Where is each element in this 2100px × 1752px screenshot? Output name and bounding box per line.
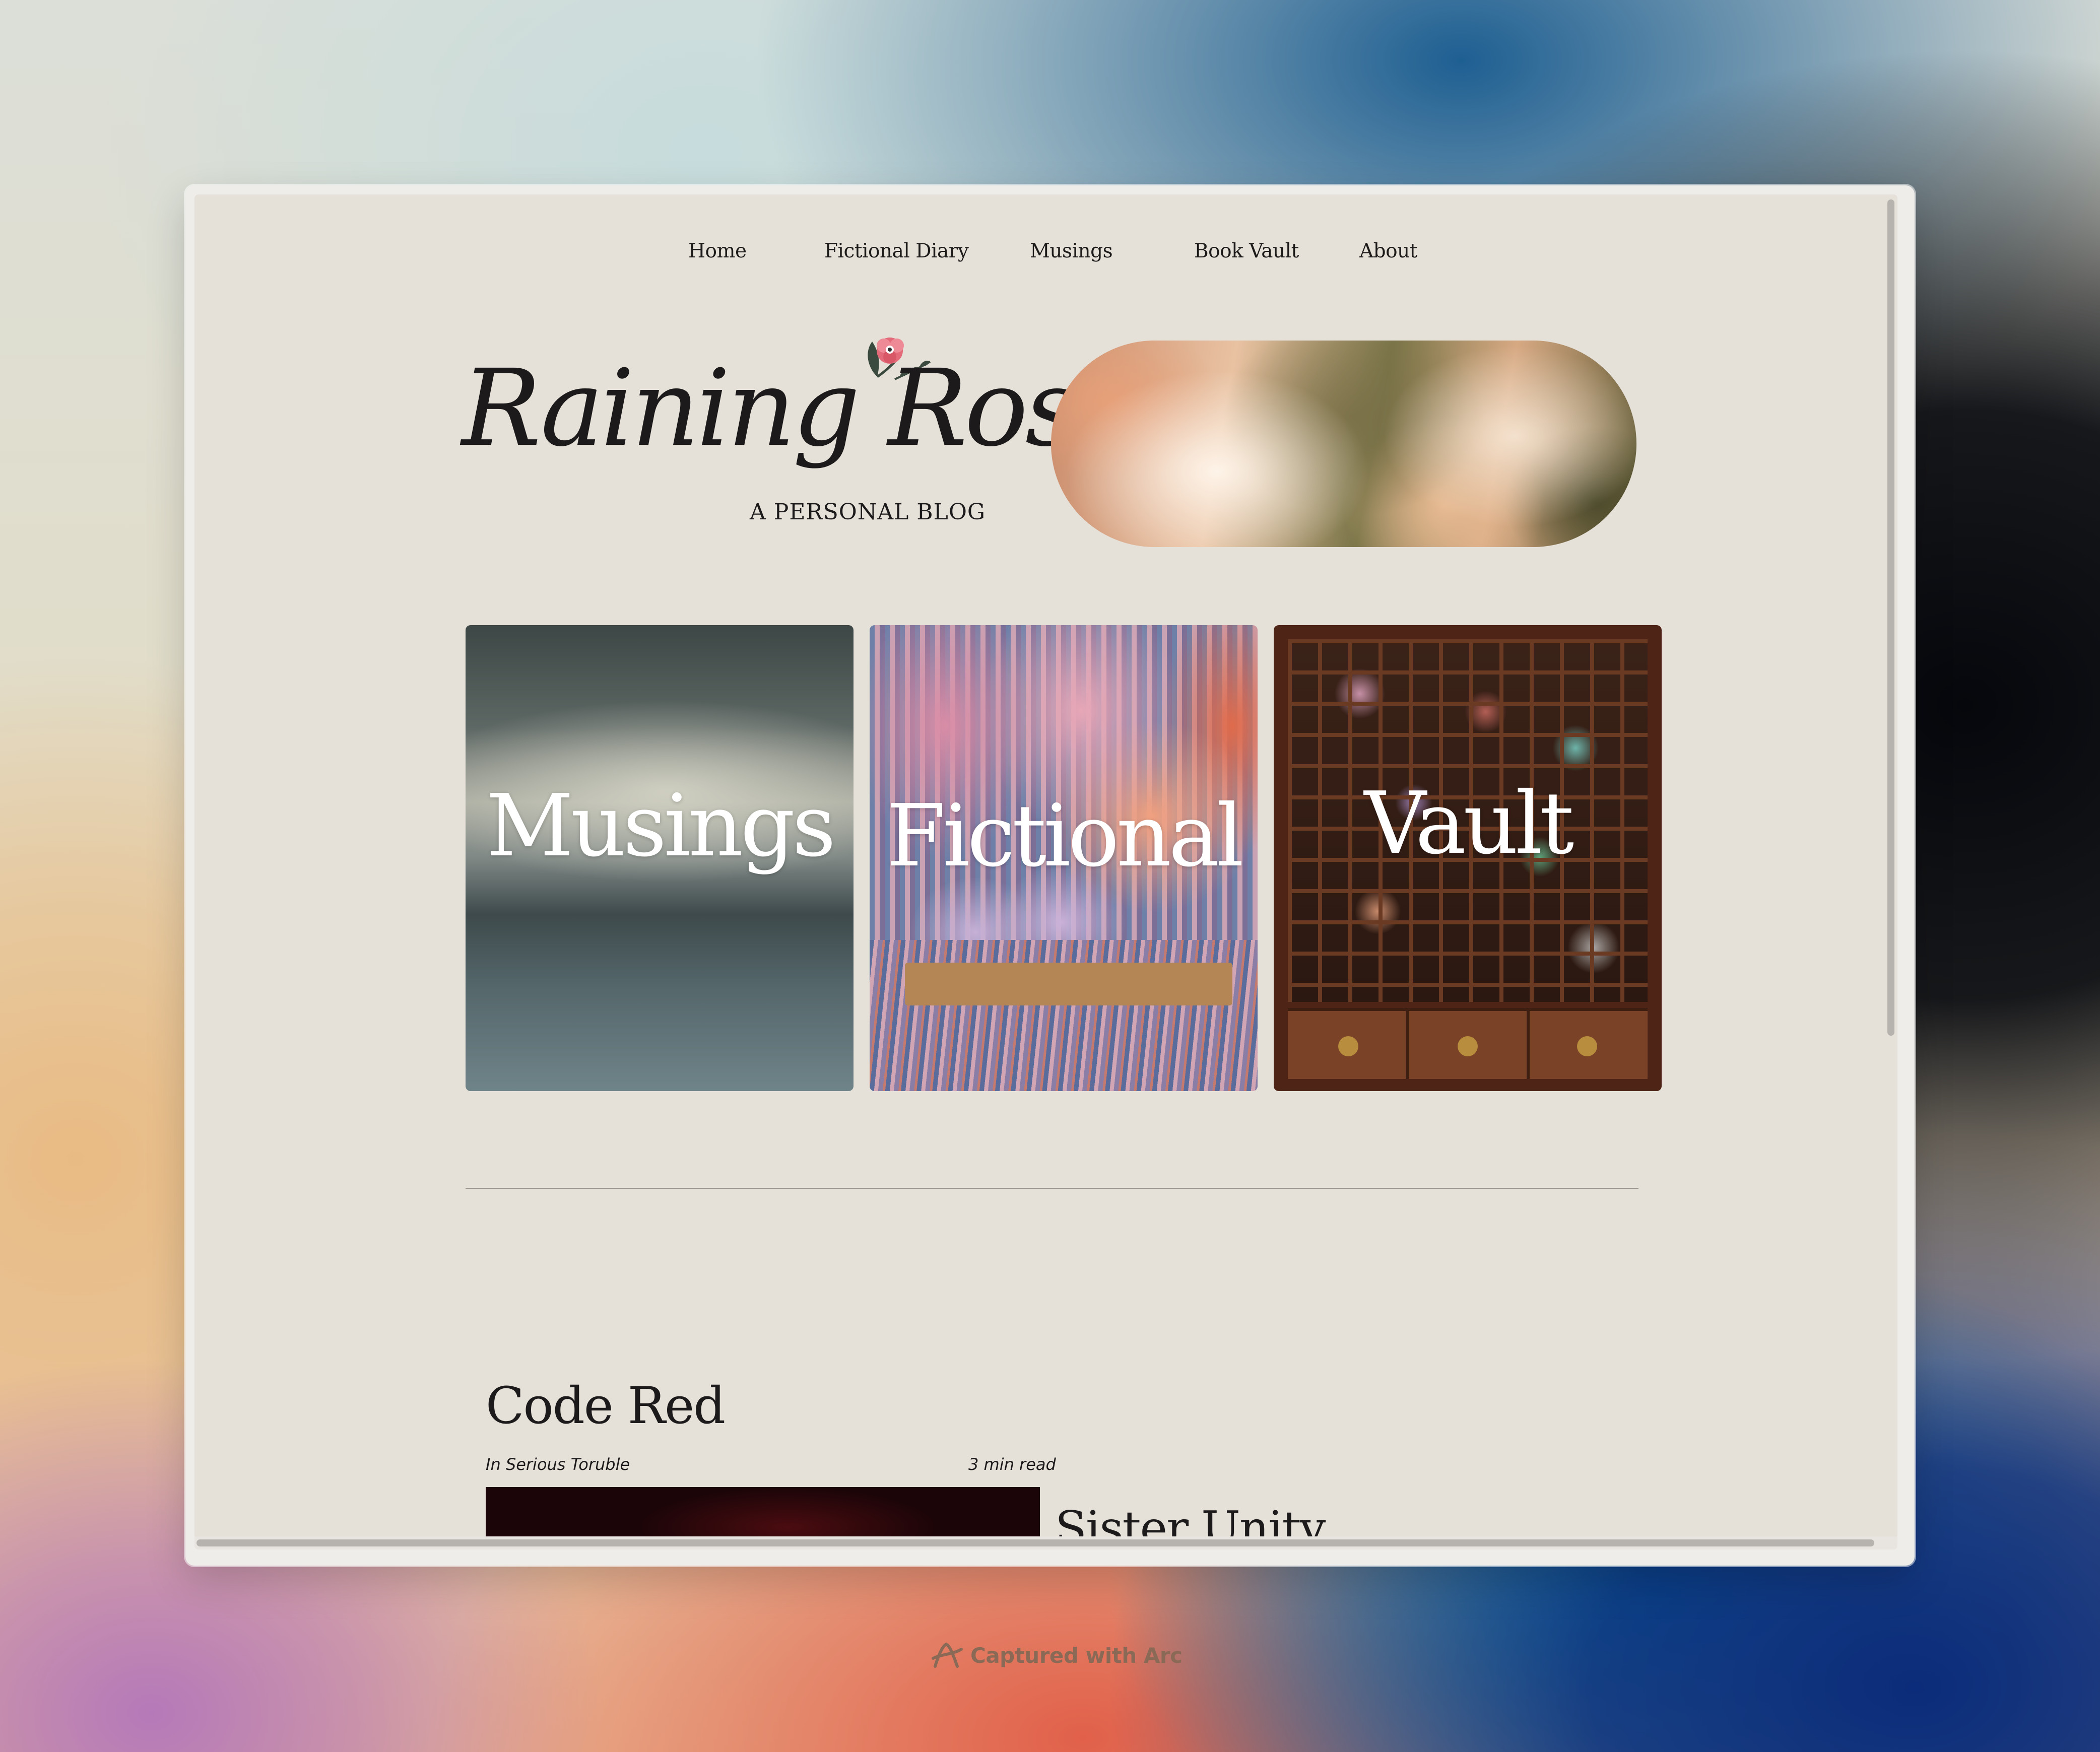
arc-logo-icon [932, 1642, 963, 1668]
nav-musings[interactable]: Musings [1030, 240, 1113, 262]
scrollbar-thumb[interactable] [196, 1539, 1874, 1546]
nav-book-vault[interactable]: Book Vault [1194, 240, 1299, 262]
nav-fictional-diary[interactable]: Fictional Diary [824, 240, 969, 262]
post-category[interactable]: In Serious Toruble [486, 1455, 630, 1474]
post-read-time: 3 min read [968, 1455, 1056, 1474]
card-decoration [905, 963, 1232, 1005]
nav-home[interactable]: Home [688, 240, 747, 262]
category-card-vault[interactable]: Vault [1274, 625, 1662, 1091]
card-decoration [1458, 1036, 1478, 1056]
section-divider [466, 1188, 1638, 1189]
card-decoration [1288, 1008, 1648, 1079]
nav-about[interactable]: About [1359, 240, 1417, 262]
category-card-label: Musings [486, 776, 836, 876]
card-decoration [1577, 1036, 1597, 1056]
horizontal-scrollbar[interactable] [194, 1536, 1897, 1549]
scrollbar-thumb[interactable] [1887, 199, 1894, 1036]
vertical-scrollbar[interactable] [1883, 194, 1897, 1549]
category-card-label: Fictional [886, 786, 1244, 886]
capture-label: Captured with Arc [970, 1643, 1183, 1668]
page-viewport: Home Fictional Diary Musings Book Vault … [194, 194, 1897, 1549]
category-card-musings[interactable]: Musings [466, 625, 854, 1091]
site-title: Raining Roses [462, 347, 1191, 470]
main-navigation: Home Fictional Diary Musings Book Vault … [194, 240, 1897, 270]
capture-watermark: Captured with Arc [931, 1639, 1183, 1671]
browser-window: Home Fictional Diary Musings Book Vault … [185, 185, 1915, 1566]
post-title[interactable]: Code Red [486, 1376, 726, 1435]
category-card-label: Vault [1364, 774, 1574, 873]
category-card-fictional[interactable]: Fictional [870, 625, 1258, 1091]
hero-flower-image [1051, 341, 1636, 547]
site-subtitle: A PERSONAL BLOG [750, 499, 986, 525]
card-decoration [1338, 1036, 1358, 1056]
